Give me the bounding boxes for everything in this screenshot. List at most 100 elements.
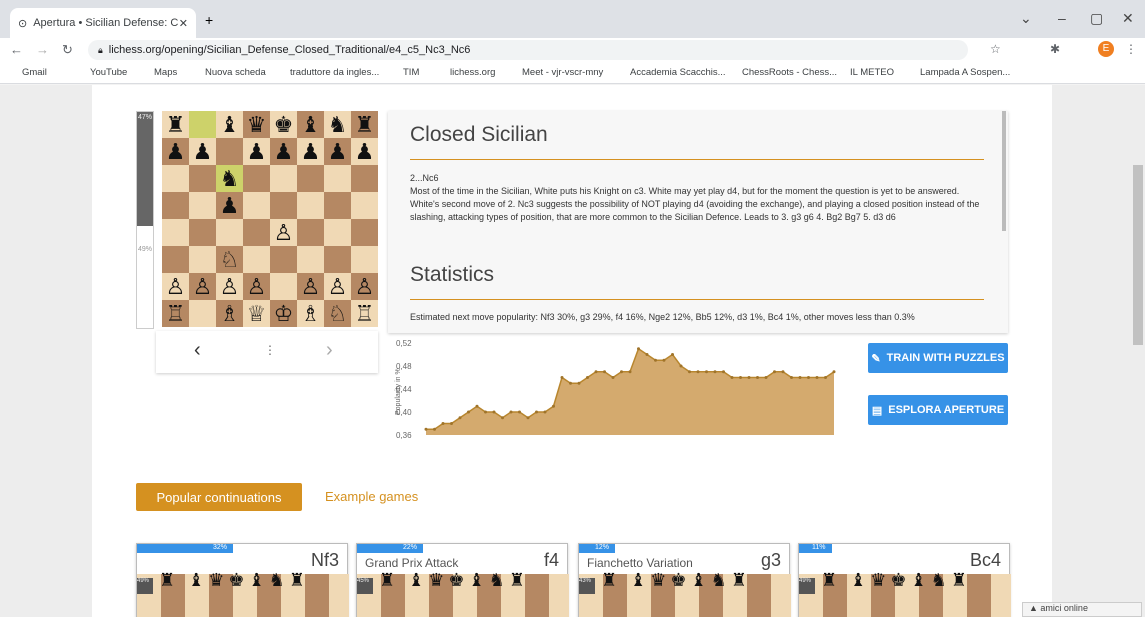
board-square[interactable]: ♖ — [351, 300, 378, 327]
board-square[interactable]: ♟ — [351, 138, 378, 165]
bookmark-tim[interactable]: TIM — [403, 67, 419, 78]
board-square[interactable] — [216, 138, 243, 165]
board-square[interactable]: ♟ — [270, 138, 297, 165]
board-square[interactable]: ♗ — [297, 300, 324, 327]
board-square[interactable] — [297, 165, 324, 192]
board-square[interactable] — [189, 165, 216, 192]
board-square[interactable]: ♙ — [243, 273, 270, 300]
board-square[interactable]: ♙ — [351, 273, 378, 300]
board-square[interactable]: ♙ — [270, 219, 297, 246]
bookmark-translator[interactable]: traduttore da ingles... — [290, 67, 379, 78]
board-square[interactable] — [216, 219, 243, 246]
board-square[interactable] — [297, 246, 324, 273]
reload-icon[interactable]: ↻ — [62, 42, 73, 58]
board-square[interactable]: ♟ — [243, 138, 270, 165]
board-square[interactable]: ♞ — [324, 111, 351, 138]
board-square[interactable]: ♙ — [297, 273, 324, 300]
board-square[interactable] — [297, 219, 324, 246]
train-with-puzzles-button[interactable]: ✎ TRAIN WITH PUZZLES — [868, 343, 1008, 373]
board-square[interactable] — [243, 192, 270, 219]
page-scrollbar[interactable] — [1133, 165, 1143, 345]
continuation-card[interactable]: 22% Grand Prix Attack f4 45% ♜ ♝♛♚♝♞♜ — [356, 543, 569, 617]
bookmark-youtube[interactable]: YouTube — [90, 67, 127, 78]
bookmark-gmail[interactable]: Gmail — [22, 67, 47, 78]
board-square[interactable] — [351, 246, 378, 273]
more-icon[interactable]: ⋮ — [264, 343, 276, 357]
board-square[interactable]: ♟ — [216, 192, 243, 219]
board-square[interactable] — [270, 192, 297, 219]
continuation-card[interactable]: 11% Bc4 49% ♜ ♝♛♚♝♞♜ — [798, 543, 1011, 617]
board-square[interactable]: ♙ — [189, 273, 216, 300]
tab-search-icon[interactable]: ⌄ — [1020, 10, 1032, 27]
bookmark-lichess[interactable]: lichess.org — [450, 67, 495, 78]
board-square[interactable]: ♜ — [162, 111, 189, 138]
bookmark-meteo[interactable]: IL METEO — [850, 67, 894, 78]
close-window-icon[interactable]: ✕ — [1122, 10, 1134, 27]
next-move-icon[interactable]: › — [326, 339, 333, 362]
board-square[interactable] — [162, 246, 189, 273]
board-square[interactable] — [243, 246, 270, 273]
board-square[interactable] — [351, 165, 378, 192]
browser-tab[interactable]: ⊙ Apertura • Sicilian Defense: Clos ✕ — [10, 8, 196, 38]
board-square[interactable]: ♖ — [162, 300, 189, 327]
board-square[interactable]: ♟ — [297, 138, 324, 165]
bookmark-chessroots[interactable]: ChessRoots - Chess... — [742, 67, 837, 78]
board-square[interactable] — [162, 219, 189, 246]
scrollbar[interactable] — [1002, 111, 1006, 231]
board-square[interactable] — [270, 246, 297, 273]
board-square[interactable]: ♔ — [270, 300, 297, 327]
board-square[interactable]: ♙ — [216, 273, 243, 300]
board-square[interactable] — [189, 300, 216, 327]
forward-icon[interactable]: → — [36, 42, 49, 57]
restore-icon[interactable]: ▢ — [1090, 10, 1103, 27]
board-square[interactable]: ♕ — [243, 300, 270, 327]
board-square[interactable]: ♘ — [216, 246, 243, 273]
board-square[interactable] — [351, 192, 378, 219]
board-square[interactable]: ♗ — [216, 300, 243, 327]
board-square[interactable] — [324, 219, 351, 246]
bookmark-lampada[interactable]: Lampada A Sospen... — [920, 67, 1010, 78]
avatar[interactable]: E — [1098, 41, 1114, 57]
board-square[interactable]: ♝ — [216, 111, 243, 138]
continuation-card[interactable]: 12% Fianchetto Variation g3 43% ♜ ♝♛♚♝♞♜ — [578, 543, 791, 617]
board-square[interactable]: ♚ — [270, 111, 297, 138]
back-icon[interactable]: ← — [10, 42, 23, 57]
close-tab-icon[interactable]: ✕ — [179, 17, 188, 30]
minimize-icon[interactable]: – — [1058, 10, 1066, 26]
previous-move-icon[interactable]: ‹ — [194, 339, 201, 362]
bookmark-accademia[interactable]: Accademia Scacchis... — [630, 67, 726, 78]
board-square[interactable]: ♝ — [297, 111, 324, 138]
board-square[interactable] — [243, 219, 270, 246]
continuation-card[interactable]: 32% Nf3 49% ♜ ♝♛♚♝♞♜ — [136, 543, 349, 617]
board-square[interactable]: ♞ — [216, 165, 243, 192]
board-square[interactable] — [189, 111, 216, 138]
board-square[interactable]: ♟ — [162, 138, 189, 165]
board-square[interactable]: ♟ — [189, 138, 216, 165]
board-square[interactable] — [324, 192, 351, 219]
extensions-icon[interactable]: ✱ — [1050, 42, 1060, 56]
board-square[interactable] — [162, 192, 189, 219]
board-square[interactable] — [189, 246, 216, 273]
board-square[interactable]: ♛ — [243, 111, 270, 138]
tab-example-games[interactable]: Example games — [325, 489, 418, 504]
new-tab-icon[interactable]: + — [205, 12, 213, 28]
friends-box[interactable]: ▲ amici online — [1022, 602, 1142, 617]
tab-popular-continuations[interactable]: Popular continuations — [136, 483, 302, 511]
board-square[interactable] — [324, 165, 351, 192]
board-square[interactable] — [243, 165, 270, 192]
bookmark-maps[interactable]: Maps — [154, 67, 177, 78]
board-square[interactable]: ♙ — [324, 273, 351, 300]
board-square[interactable] — [189, 219, 216, 246]
address-bar[interactable]: 🔒︎ lichess.org/opening/Sicilian_Defense_… — [88, 40, 968, 60]
board-square[interactable] — [324, 246, 351, 273]
board-square[interactable] — [162, 165, 189, 192]
bookmark-new-tab[interactable]: Nuova scheda — [205, 67, 266, 78]
board-square[interactable] — [189, 192, 216, 219]
board-square[interactable] — [270, 273, 297, 300]
board-square[interactable]: ♟ — [324, 138, 351, 165]
board-square[interactable]: ♜ — [351, 111, 378, 138]
board-square[interactable]: ♘ — [324, 300, 351, 327]
chess-board[interactable]: ♜ ♝ ♛ ♚ ♝ ♞ ♜ ♟ ♟ ♟ ♟ ♟ ♟ ♟ ♞ ♟ ♙ ♘ ♙ ♙ ♙ ♙ ♙ ♙ ♙ ♖ ♗ ♕ ♔ ♗ ♘ ♖ — [162, 111, 378, 327]
star-icon[interactable]: ☆ — [990, 42, 1001, 56]
board-square[interactable] — [270, 165, 297, 192]
